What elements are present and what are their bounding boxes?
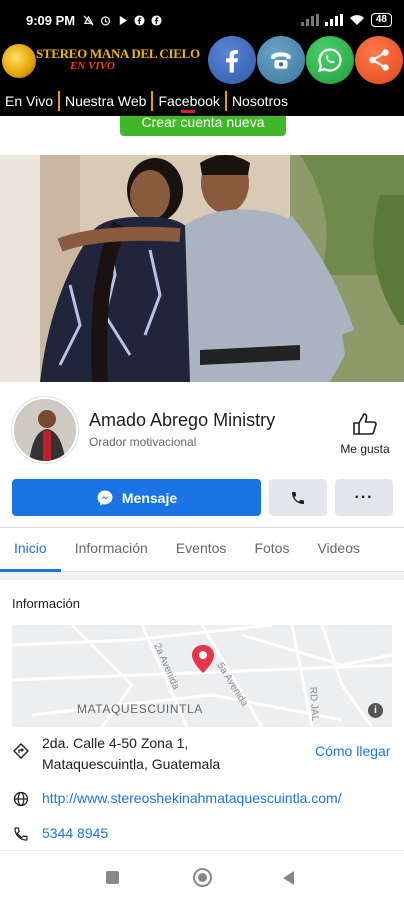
- more-options-button[interactable]: ···: [335, 479, 393, 516]
- messenger-icon: [97, 490, 113, 505]
- phone-icon: [292, 491, 304, 504]
- phone-number-icon: [14, 827, 28, 841]
- back-button[interactable]: [283, 871, 294, 885]
- call-station-button[interactable]: [257, 36, 305, 84]
- signal-icon: [300, 14, 319, 26]
- location-map[interactable]: 2a Avenida 5a Avenida RD JAL MATAQUESCUI…: [12, 625, 392, 727]
- phone-number-link[interactable]: 5344 8945: [42, 825, 108, 841]
- signal-icon-2: [324, 14, 343, 26]
- tab-inicio[interactable]: Inicio: [0, 528, 61, 572]
- whatsapp-button[interactable]: [306, 36, 354, 84]
- page-tabs: Inicio Información Eventos Fotos Videos: [0, 527, 404, 572]
- status-time: 9:09 PM: [26, 12, 76, 28]
- facebook-notif-icon: [134, 14, 145, 26]
- more-icon: ···: [354, 488, 374, 506]
- map-info-icon[interactable]: i: [368, 703, 383, 718]
- page-profile-header: Amado Abrego Ministry Orador motivaciona…: [0, 382, 404, 470]
- share-button[interactable]: [355, 36, 403, 84]
- silent-icon: [83, 14, 94, 26]
- facebook-button[interactable]: [208, 36, 256, 84]
- share-icon: [369, 49, 389, 71]
- recents-button[interactable]: [106, 871, 119, 884]
- create-account-button[interactable]: Crear cuenta nueva: [120, 116, 286, 136]
- app-screen: 9:09 PM 48 STEREO MANA DEL CIELO EN VIVO: [0, 0, 404, 900]
- logo-title: STEREO MANA DEL CIELO: [36, 46, 200, 61]
- menu-nuestra-web[interactable]: Nuestra Web: [60, 93, 151, 109]
- telephone-icon: [271, 52, 291, 69]
- cover-photo: [0, 155, 404, 382]
- menu-nosotros[interactable]: Nosotros: [227, 93, 293, 109]
- system-icons: 48: [300, 13, 392, 27]
- get-directions-link[interactable]: Cómo llegar: [315, 743, 390, 759]
- system-navigation-bar: [0, 850, 404, 900]
- message-button[interactable]: Mensaje: [12, 479, 261, 516]
- menu-facebook[interactable]: Facebook: [153, 93, 224, 113]
- tab-eventos[interactable]: Eventos: [176, 528, 227, 572]
- website-link[interactable]: http://www.stereoshekinahmataquescuintla…: [42, 790, 342, 806]
- tab-videos[interactable]: Videos: [317, 528, 360, 572]
- thumbs-up-icon: [353, 413, 377, 435]
- globe-icon: [13, 791, 29, 807]
- wifi-icon: [349, 15, 364, 25]
- facebook-notif-icon-2: [151, 14, 162, 26]
- address-line-2: Mataquescuintla, Guatemala: [42, 756, 221, 772]
- play-icon: [119, 15, 128, 25]
- address-line-1: 2da. Calle 4-50 Zona 1,: [42, 735, 189, 751]
- like-button[interactable]: Me gusta: [337, 412, 393, 456]
- status-bar: 9:09 PM 48: [0, 0, 404, 40]
- whatsapp-icon: [317, 48, 342, 73]
- call-button[interactable]: [269, 479, 327, 516]
- info-section-title: Información: [12, 596, 80, 611]
- message-label: Mensaje: [121, 489, 178, 506]
- notification-icons: [83, 14, 162, 26]
- page-name: Amado Abrego Ministry: [89, 410, 276, 430]
- facebook-icon: [226, 50, 238, 73]
- app-header: STEREO MANA DEL CIELO EN VIVO En Vivo Nu…: [0, 36, 404, 116]
- profile-avatar[interactable]: [12, 397, 78, 463]
- section-divider: [0, 572, 404, 580]
- directions-icon: [13, 743, 29, 759]
- map-city-label: MATAQUESCUINTLA: [77, 702, 203, 716]
- tab-informacion[interactable]: Información: [75, 528, 148, 572]
- alarm-icon: [101, 15, 111, 25]
- tab-fotos[interactable]: Fotos: [254, 528, 289, 572]
- battery-icon: 48: [370, 13, 392, 27]
- home-button[interactable]: [193, 868, 212, 887]
- radio-logo-icon: [2, 44, 36, 78]
- avatar-image: [14, 399, 76, 461]
- logo-subtitle: EN VIVO: [70, 60, 115, 72]
- address: 2da. Calle 4-50 Zona 1, Mataquescuintla,…: [42, 733, 312, 775]
- like-label: Me gusta: [340, 442, 390, 456]
- cover-photo-image: [0, 155, 404, 382]
- page-category: Orador motivacional: [89, 435, 197, 449]
- top-menu: En Vivo Nuestra Web Facebook Nosotros: [0, 90, 293, 113]
- menu-en-vivo[interactable]: En Vivo: [0, 93, 58, 109]
